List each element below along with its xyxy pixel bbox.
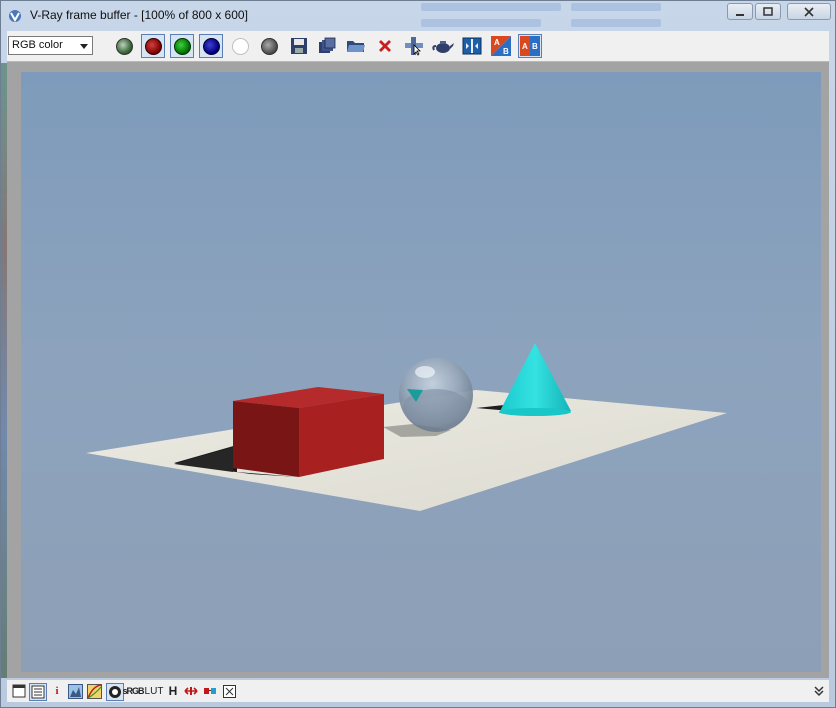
histogram-button[interactable]: H — [165, 683, 181, 699]
save-all-icon — [319, 37, 336, 53]
svg-text:A: A — [522, 42, 528, 51]
monochrome-icon — [260, 37, 278, 55]
vray-frame-buffer-window: V-Ray frame buffer - [100% of 800 x 600]… — [0, 0, 836, 708]
pixel-aspect-button[interactable] — [183, 683, 199, 699]
alpha-channel-button[interactable] — [228, 34, 252, 58]
teapot-icon — [432, 41, 454, 53]
status-bar: i sRGB LUT H — [7, 680, 829, 702]
stereo-glasses-icon — [204, 688, 216, 694]
chevron-down-icon — [80, 44, 88, 49]
image-viewport[interactable] — [7, 62, 829, 678]
render-button[interactable] — [431, 34, 455, 58]
open-folder-icon — [347, 41, 365, 52]
stereo-red-cyan-button[interactable] — [202, 683, 218, 699]
svg-text:A: A — [494, 38, 500, 47]
rgb-channels-icon — [115, 37, 133, 55]
title-bar[interactable]: V-Ray frame buffer - [100% of 800 x 600] — [1, 1, 835, 31]
maximize-button[interactable] — [755, 3, 781, 20]
stretch-arrows-icon — [184, 687, 198, 695]
expand-panel-button[interactable] — [811, 683, 827, 699]
close-button[interactable] — [787, 3, 831, 20]
red-channel-icon — [144, 37, 162, 55]
ab-compare-diagonal-icon: A B — [491, 36, 511, 56]
channel-select-value: RGB color — [12, 39, 63, 51]
svg-text:B: B — [532, 42, 538, 51]
compare-horizontal-icon — [462, 37, 482, 55]
curves-button[interactable] — [86, 683, 102, 699]
ab-compare-vertical-button[interactable]: A B — [489, 34, 513, 58]
close-icon — [379, 40, 391, 52]
green-channel-icon — [173, 37, 191, 55]
minimize-button[interactable] — [727, 3, 753, 20]
levels-icon — [67, 683, 83, 699]
track-mouse-icon — [405, 37, 423, 56]
maximize-icon — [763, 6, 773, 16]
minimize-icon — [736, 13, 744, 16]
alpha-white-icon — [231, 37, 249, 55]
monochrome-button[interactable] — [257, 34, 281, 58]
double-chevron-down-icon — [814, 686, 824, 697]
window-title: V-Ray frame buffer - [100% of 800 x 600] — [30, 8, 248, 22]
vray-app-icon — [9, 10, 21, 23]
exposure-dial-icon — [109, 686, 121, 698]
rendered-image[interactable] — [21, 72, 821, 672]
green-channel-button[interactable] — [170, 34, 194, 58]
save-image-button[interactable] — [287, 34, 311, 58]
channel-select[interactable]: RGB color — [8, 36, 93, 55]
info-button[interactable]: i — [49, 683, 65, 699]
blue-channel-button[interactable] — [199, 34, 223, 58]
red-box-front — [233, 401, 299, 477]
load-image-button[interactable] — [344, 34, 368, 58]
save-all-button[interactable] — [315, 34, 339, 58]
toolbar: RGB color A B A B — [7, 31, 829, 62]
show-corrections-button[interactable] — [11, 683, 27, 699]
svg-text:B: B — [503, 47, 509, 56]
render-history-button[interactable] — [29, 683, 47, 701]
srgb-button[interactable]: sRGB — [123, 683, 145, 699]
lut-button[interactable]: LUT — [144, 683, 164, 699]
clear-image-button[interactable] — [373, 34, 397, 58]
grid-square-icon — [222, 684, 236, 698]
exposure-button[interactable] — [106, 683, 124, 701]
levels-button[interactable] — [67, 683, 83, 699]
history-list-icon — [31, 685, 45, 699]
rgb-channels-button[interactable] — [112, 34, 136, 58]
ab-compare-split-icon: A B — [520, 36, 540, 56]
vfb-settings-button[interactable] — [460, 34, 484, 58]
close-icon — [804, 6, 814, 17]
track-mouse-button[interactable] — [402, 34, 426, 58]
window-controls — [727, 3, 833, 21]
curves-icon — [86, 683, 102, 699]
floppy-disk-icon — [291, 38, 307, 54]
red-channel-button[interactable] — [141, 34, 165, 58]
render-scene — [21, 72, 821, 672]
window-icon — [12, 684, 26, 698]
display-options-button[interactable] — [221, 683, 237, 699]
background-window-ghost — [411, 1, 711, 31]
ab-compare-horizontal-button[interactable]: A B — [518, 34, 542, 58]
blue-channel-icon — [202, 37, 220, 55]
